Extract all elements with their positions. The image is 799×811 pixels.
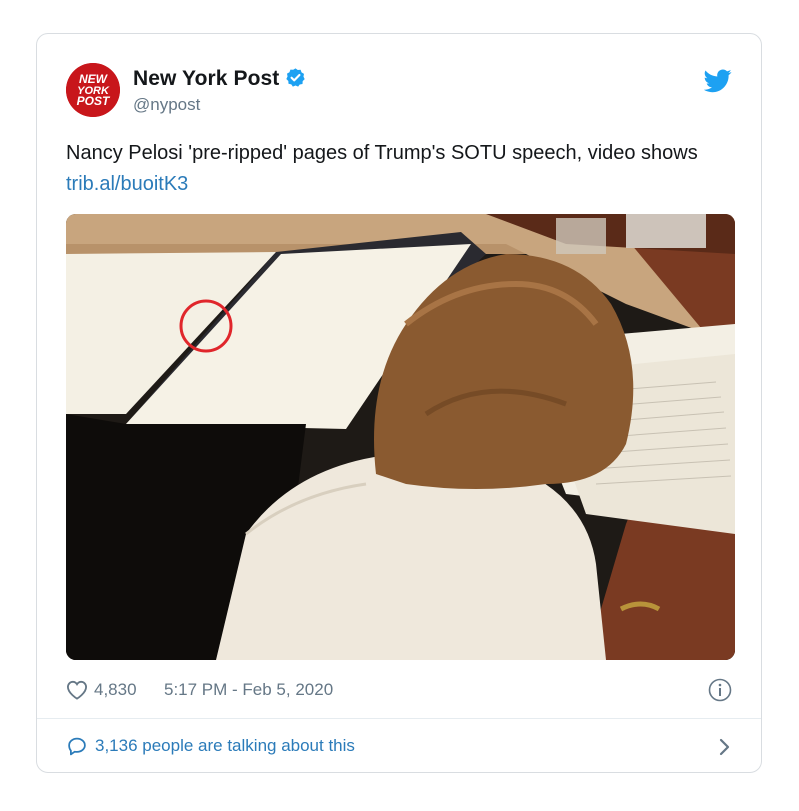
verified-badge-icon [286, 68, 306, 87]
tweet-card[interactable]: NEW YORK POST New York Post @nypost Nanc… [36, 33, 762, 773]
heart-icon[interactable] [66, 680, 88, 700]
nypost-logo-icon: NEW YORK POST [66, 63, 120, 117]
twitter-bird-icon[interactable] [704, 69, 732, 93]
svg-text:POST: POST [77, 94, 111, 108]
svg-text:NEW: NEW [79, 72, 109, 86]
tweet-meta: 4,830 5:17 PM - Feb 5, 2020 [66, 674, 732, 706]
tweet-media-photo[interactable] [66, 214, 735, 660]
photo-illustration [66, 214, 735, 660]
tweet-link[interactable]: trib.al/buoitK3 [66, 173, 188, 195]
author-name[interactable]: New York Post [133, 67, 306, 91]
tweet-body: Nancy Pelosi 'pre-ripped' pages of Trump… [66, 142, 698, 164]
info-icon[interactable] [708, 678, 732, 702]
divider [37, 718, 761, 719]
tweet-header: NEW YORK POST New York Post @nypost [66, 63, 732, 119]
avatar[interactable]: NEW YORK POST [66, 63, 120, 117]
reply-bubble-icon [68, 737, 86, 756]
author-handle[interactable]: @nypost [133, 95, 200, 115]
conversation-label[interactable]: 3,136 people are talking about this [95, 736, 355, 756]
like-count[interactable]: 4,830 [94, 680, 137, 700]
tweet-text: Nancy Pelosi 'pre-ripped' pages of Trump… [66, 138, 746, 200]
chevron-right-icon[interactable] [718, 736, 732, 758]
author-name-text[interactable]: New York Post [133, 67, 279, 90]
timestamp[interactable]: 5:17 PM - Feb 5, 2020 [164, 680, 333, 700]
conversation-link[interactable]: 3,136 people are talking about this [66, 732, 732, 760]
